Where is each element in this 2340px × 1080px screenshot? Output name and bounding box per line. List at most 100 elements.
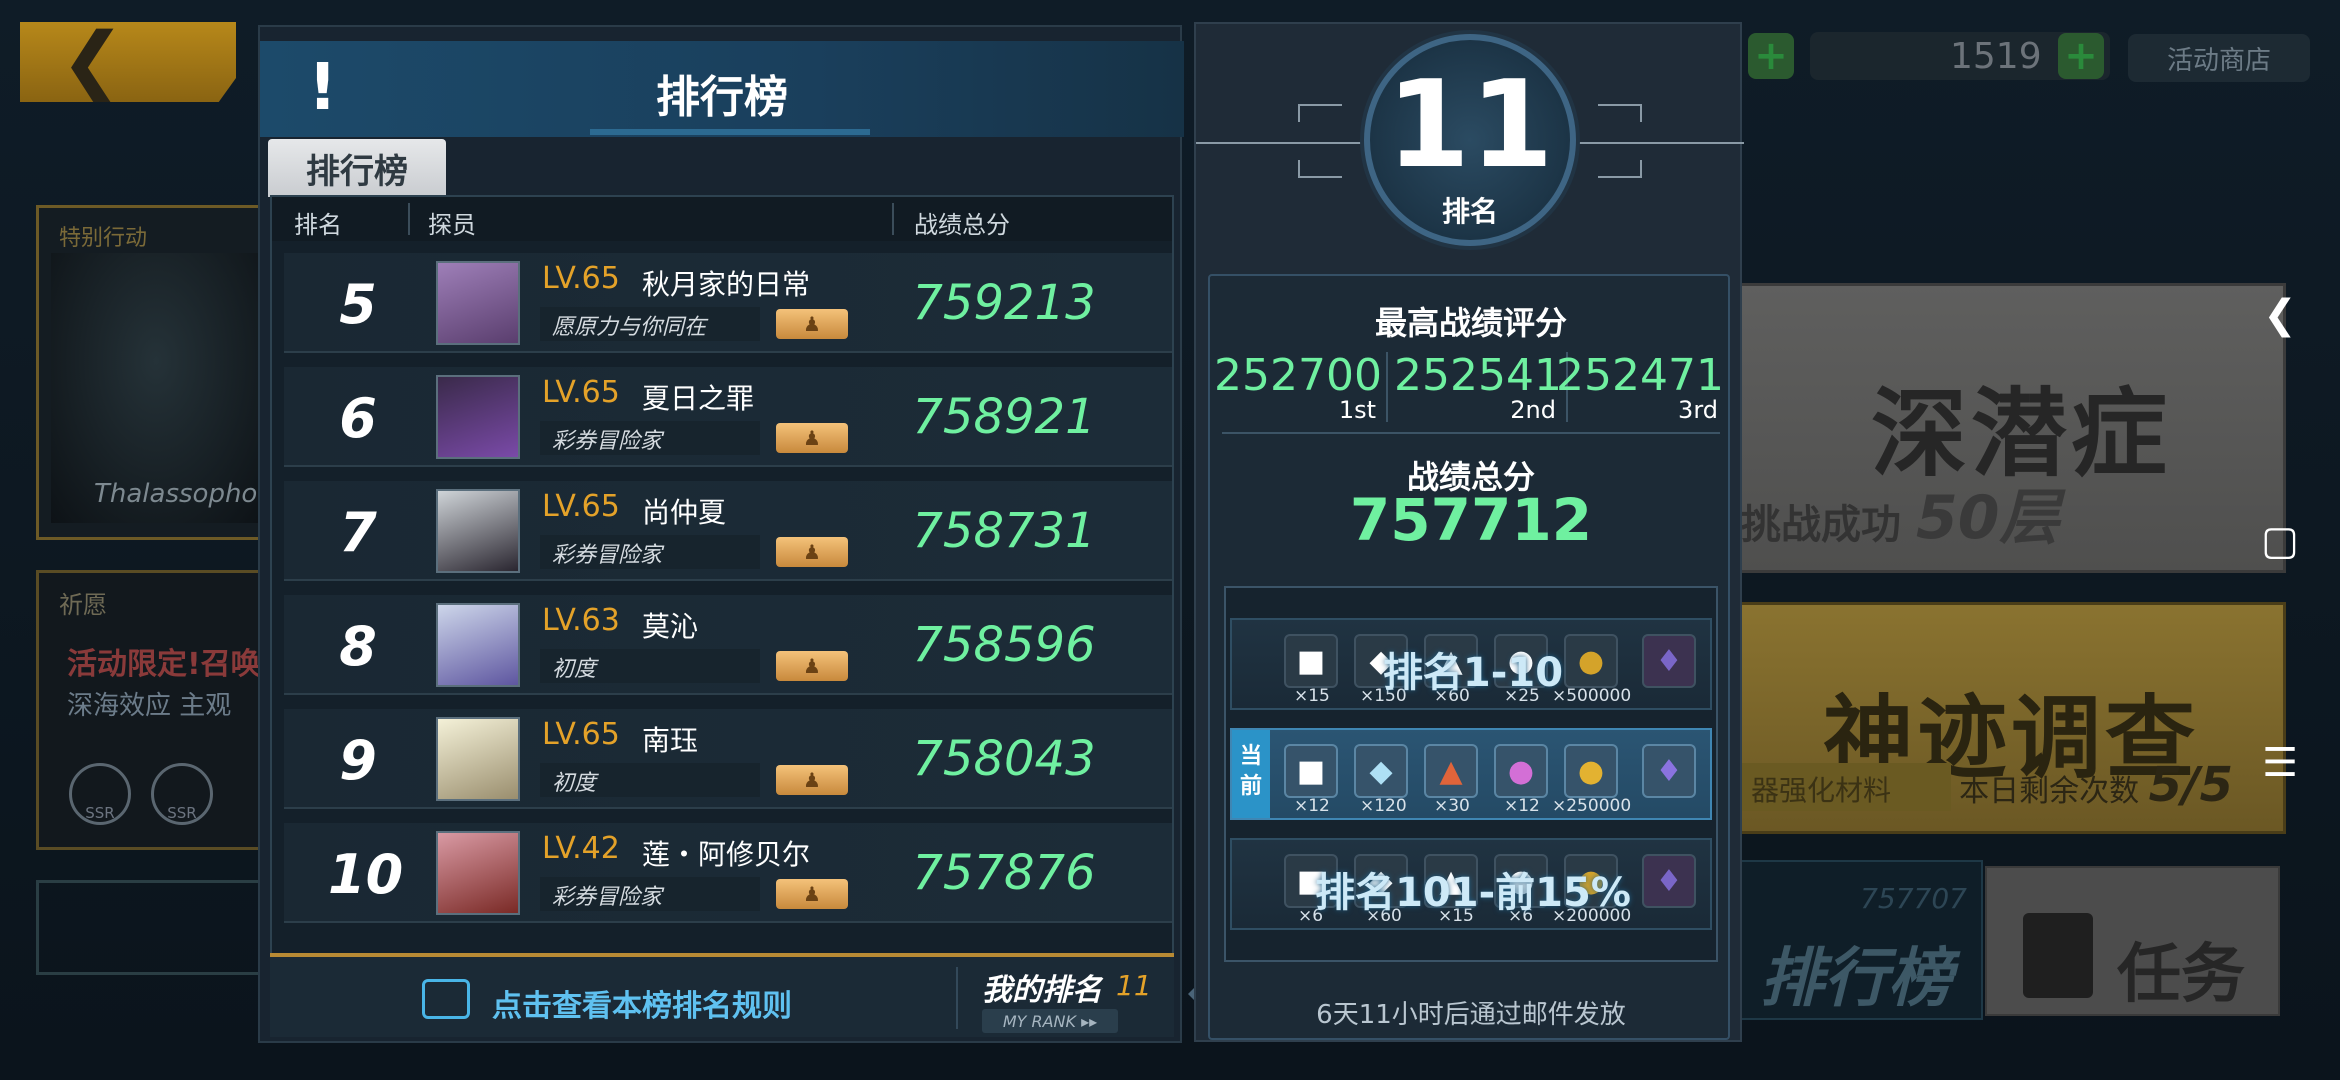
item-qty: ×250000 — [1552, 796, 1632, 816]
avatar[interactable] — [436, 261, 520, 345]
row-rank: 6 — [339, 387, 377, 450]
avatar[interactable] — [436, 831, 520, 915]
chevron-left-icon: ❮ — [60, 17, 126, 107]
item-qty: ×30 — [1434, 796, 1470, 816]
leaderboard-score: 757707 — [1860, 882, 1967, 915]
team-icon[interactable]: ♟ — [776, 537, 848, 567]
nav-home-icon[interactable]: ▢ — [2258, 518, 2302, 564]
task-button[interactable]: 任务 — [1985, 866, 2280, 1016]
header-underline — [590, 129, 870, 135]
row-name: 南珏 — [642, 724, 699, 757]
add-currency-button[interactable]: + — [1748, 33, 1794, 79]
tab-leaderboard[interactable]: 排行榜 — [268, 139, 446, 197]
row-level: LV.65 — [542, 717, 620, 752]
rank-emblem: 11 排名 — [1364, 34, 1576, 246]
col-rank: 排名 — [294, 211, 342, 239]
row-rank: 10 — [328, 843, 404, 906]
row-rank: 7 — [339, 501, 377, 564]
row-score: 758043 — [912, 731, 1096, 787]
total-score-value: 757712 — [1349, 486, 1593, 554]
row-rank: 5 — [339, 273, 377, 336]
leaderboard-title: 排行榜 — [656, 72, 788, 123]
col-score: 战绩总分 — [914, 211, 1010, 239]
reward-tier-current[interactable]: 当前 ■ ×12 ◆ ×120 ▲ ×30 ● ×12 ● ×250000 ♦ — [1230, 728, 1712, 820]
table-row[interactable]: 9 LV.65 南珏 初度 ♟ 758043 — [284, 709, 1172, 809]
my-rank-value: 11 — [1116, 969, 1152, 1002]
avatar[interactable] — [436, 603, 520, 687]
card-item-icon[interactable]: ■ — [1284, 744, 1338, 798]
score-summary: 最高战绩评分 252700 1st 252541 2nd 252471 3rd … — [1208, 274, 1730, 1040]
leaderboard-header: ! 排行榜 — [260, 41, 1184, 137]
table-row[interactable]: 5 LV.65 秋月家的日常 愿原力与你同在 ♟ 759213 — [284, 253, 1172, 353]
row-level: LV.65 — [542, 489, 620, 524]
rules-link[interactable]: 点击查看本榜排名规则 — [492, 981, 792, 1025]
crystal-item-icon[interactable]: ◆ — [1354, 744, 1408, 798]
item-qty: ×12 — [1294, 796, 1330, 816]
reward-tier[interactable]: 排名1-10 ■ ×15 ◆ ×150 ▲ ×60 ● ×25 ● ×50000… — [1230, 618, 1712, 710]
add-currency-button[interactable]: + — [2058, 33, 2104, 79]
table-row[interactable]: 8 LV.63 莫沁 初度 ♟ 758596 — [284, 595, 1172, 695]
leaderboard-list[interactable]: 排名 探员 战绩总分 5 LV.65 秋月家的日常 愿原力与你同在 ♟ 7592… — [270, 195, 1174, 965]
currency-value: 1519 — [1950, 36, 2042, 77]
best-score-1: 252700 — [1214, 350, 1382, 401]
leaderboard-panel: ! 排行榜 排行榜 排名 探员 战绩总分 5 LV.65 秋月家的日常 愿原力与… — [258, 25, 1184, 1043]
document-icon[interactable] — [422, 979, 470, 1019]
tier-label: 排名101-前15% — [1315, 870, 1631, 916]
best-ord-2: 2nd — [1510, 396, 1556, 424]
table-row[interactable]: 10 LV.42 莲・阿修贝尔 彩券冒险家 ♟ 757876 — [284, 823, 1172, 923]
team-icon[interactable]: ♟ — [776, 879, 848, 909]
nav-menu-icon[interactable]: ☰ — [2258, 740, 2302, 786]
team-icon[interactable]: ♟ — [776, 651, 848, 681]
deco-bracket — [1598, 104, 1642, 122]
leaderboard-label: 排行榜 — [1760, 942, 1952, 1016]
special-operation-card[interactable]: 特别行动 Thalassophob — [36, 205, 274, 540]
row-rank: 9 — [339, 729, 377, 792]
team-icon[interactable]: ♟ — [776, 765, 848, 795]
back-button[interactable]: ❮ — [20, 22, 236, 102]
row-name: 夏日之罪 — [642, 382, 755, 415]
leaderboard-button[interactable]: 757707 排行榜 — [1728, 860, 1983, 1020]
reward-tier[interactable]: 排名101-前15% ■ ×6 ◆ ×60 ▲ ×15 ● ×6 ● ×2000… — [1230, 838, 1712, 930]
avatar[interactable] — [436, 717, 520, 801]
ssr-badge: SSR — [151, 763, 213, 825]
row-score: 758921 — [912, 389, 1096, 445]
team-icon[interactable]: ♟ — [776, 309, 848, 339]
my-rank-button[interactable]: MY RANK ▸▸ — [982, 1009, 1118, 1033]
remaining-label: 本日剩余次数 — [1959, 774, 2140, 809]
row-level: LV.65 — [542, 375, 620, 410]
team-icon[interactable]: ♟ — [776, 423, 848, 453]
row-name: 莲・阿修贝尔 — [642, 838, 811, 871]
nav-back-icon[interactable]: ❮ — [2258, 292, 2302, 338]
event-shop-button[interactable]: 活动商店 — [2128, 34, 2310, 82]
task-label: 任务 — [2117, 938, 2245, 1012]
card-title: 祈愿 — [59, 591, 107, 619]
table-row[interactable]: 6 LV.65 夏日之罪 彩券冒险家 ♟ 758921 — [284, 367, 1172, 467]
row-title: 彩券冒险家 — [552, 543, 663, 568]
deco-bracket — [1298, 104, 1342, 122]
wish-card[interactable]: 祈愿 活动限定!召唤 深海效应 主观 SSR SSR — [36, 570, 266, 850]
reward-tiers[interactable]: 排名1-10 ■ ×15 ◆ ×150 ▲ ×60 ● ×25 ● ×50000… — [1224, 586, 1718, 962]
row-title: 彩券冒险家 — [552, 885, 663, 910]
clipboard-icon — [2023, 913, 2093, 998]
material-item-icon[interactable]: ▲ — [1424, 744, 1478, 798]
row-title: 初度 — [552, 771, 597, 796]
row-title: 愿原力与你同在 — [552, 315, 707, 340]
miracle-investigation-card[interactable]: 神迹调查 器强化材料 本日剩余次数 5/5 — [1738, 602, 2286, 834]
summary-divider — [1222, 432, 1720, 434]
mail-delivery-note: 6天11小时后通过邮件发放 — [1316, 1000, 1626, 1030]
row-score: 758596 — [912, 617, 1096, 673]
plus-icon: + — [1754, 33, 1788, 79]
coin-item-icon[interactable]: ● — [1564, 744, 1618, 798]
avatar[interactable] — [436, 375, 520, 459]
event-sub: 器强化材料 — [1741, 763, 1951, 811]
deco-line — [1196, 142, 1364, 144]
table-row[interactable]: 7 LV.65 尚仲夏 彩券冒险家 ♟ 758731 — [284, 481, 1172, 581]
avatar[interactable] — [436, 489, 520, 573]
potion-item-icon[interactable]: ● — [1494, 744, 1548, 798]
gem-item-icon[interactable]: ♦ — [1642, 744, 1696, 798]
ssr-badge: SSR — [69, 763, 131, 825]
deep-dive-event-card[interactable]: 深潜症 挑战成功 50层 — [1738, 283, 2286, 573]
event-floor: 50层 — [1916, 483, 2060, 553]
my-rank-detail-panel: 11 排名 最高战绩评分 252700 1st 252541 2nd 25247… — [1194, 22, 1744, 1042]
row-rank: 8 — [339, 615, 377, 678]
